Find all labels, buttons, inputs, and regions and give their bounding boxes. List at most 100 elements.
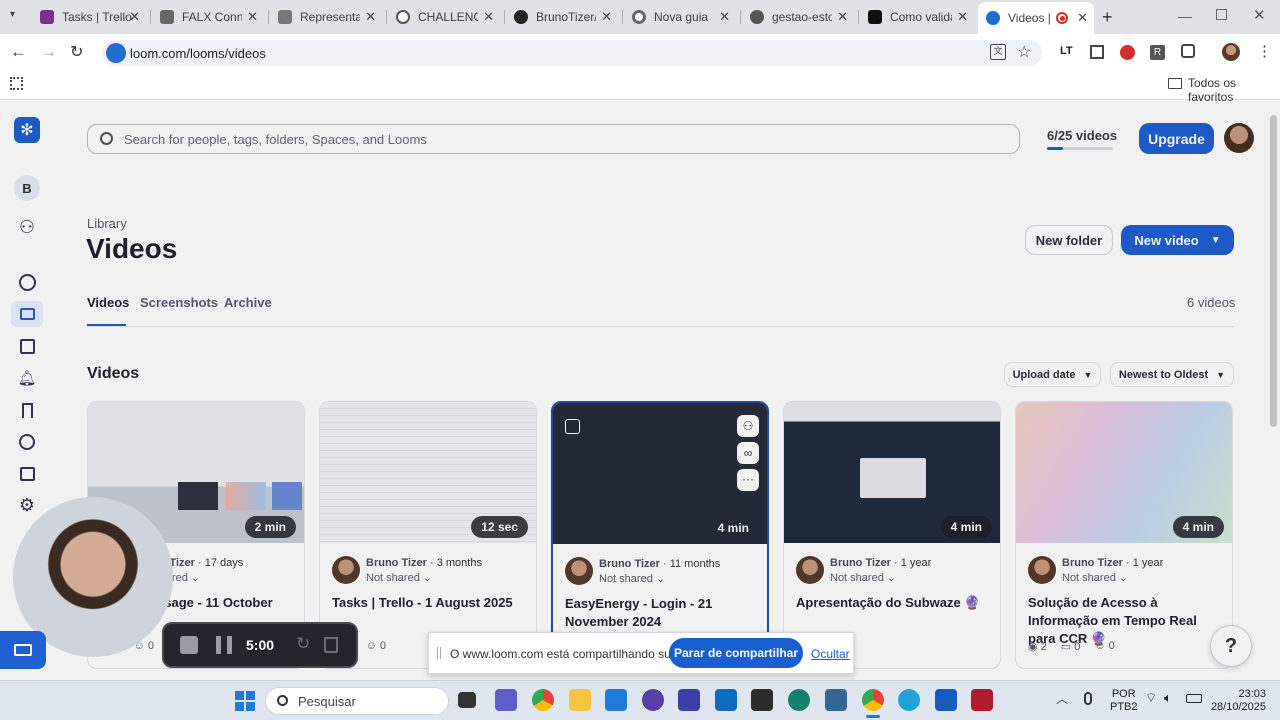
terminal-icon[interactable]: [751, 689, 773, 711]
new-tab-button[interactable]: +: [1102, 7, 1113, 28]
more-options-icon[interactable]: ···: [737, 469, 759, 491]
library-icon[interactable]: [11, 301, 43, 327]
history-clock-icon[interactable]: [14, 429, 40, 455]
app-x-icon[interactable]: [678, 689, 700, 711]
edge-icon[interactable]: [898, 689, 920, 711]
page-scrollbar[interactable]: [1268, 101, 1280, 680]
browser-menu-icon[interactable]: ⋮: [1257, 42, 1272, 60]
window-minimize-button[interactable]: —: [1178, 8, 1192, 24]
loom-logo-icon[interactable]: ✻: [14, 117, 40, 143]
notifications-bell-icon[interactable]: 🔔︎: [14, 365, 40, 391]
extension-lt-icon[interactable]: LT: [1060, 45, 1073, 57]
profile-icon[interactable]: [14, 269, 40, 295]
browser-tab-gestao[interactable]: gestao-estoq ✕: [742, 4, 854, 30]
chrome-active-taskbar-icon[interactable]: [862, 689, 884, 711]
share-status[interactable]: Not shared ⌄: [1062, 571, 1128, 584]
gift-icon[interactable]: [14, 461, 40, 487]
drag-handle-icon[interactable]: [437, 647, 441, 659]
extension-red-icon[interactable]: [1120, 45, 1135, 60]
all-bookmarks-link[interactable]: Todos os favoritos: [1188, 76, 1280, 104]
app-c-icon[interactable]: [788, 689, 810, 711]
bookmark-icon[interactable]: [14, 397, 40, 423]
video-title[interactable]: EasyEnergy - Login - 21 November 2024: [565, 595, 761, 631]
address-bar[interactable]: loom.com/looms/videos: [102, 40, 1042, 66]
video-quota-link[interactable]: 6/25 videos: [1047, 128, 1117, 150]
stop-sharing-button[interactable]: Parar de compartilhar: [669, 638, 803, 668]
windows-start-icon[interactable]: [235, 691, 255, 711]
browser-tab-challenge[interactable]: CHALLENGE ✕: [388, 4, 500, 30]
teams-icon[interactable]: [495, 689, 517, 711]
share-status[interactable]: Not shared ⌄: [366, 571, 432, 584]
tab-search-icon[interactable]: ▾: [10, 9, 15, 20]
vscode-icon[interactable]: [605, 689, 627, 711]
translate-icon[interactable]: 文: [990, 44, 1006, 60]
settings-gear-icon[interactable]: ⚙: [14, 492, 40, 518]
outlook-icon[interactable]: [715, 689, 737, 711]
video-card-hovered[interactable]: ⚇ ∞ ··· 4 min Bruno Tizer · 11 months No…: [551, 401, 769, 669]
pause-button[interactable]: [216, 636, 232, 654]
task-view-icon[interactable]: [458, 692, 476, 708]
copy-link-icon[interactable]: ∞: [737, 442, 759, 464]
bookmark-star-icon[interactable]: ☆: [1017, 42, 1031, 62]
microphone-icon[interactable]: [1084, 692, 1092, 705]
reload-icon[interactable]: ↻: [70, 42, 83, 62]
window-close-button[interactable]: ✕: [1253, 6, 1266, 24]
share-status[interactable]: Not shared ⌄: [599, 572, 665, 585]
browser-tab-videos-loom[interactable]: Videos | L ✕: [978, 2, 1094, 34]
close-icon[interactable]: ✕: [719, 9, 730, 25]
new-video-button[interactable]: New video ▼: [1121, 225, 1234, 255]
volume-icon[interactable]: 🔈︎: [1164, 690, 1172, 706]
close-icon[interactable]: ✕: [483, 9, 494, 25]
tab-screenshots[interactable]: Screenshots: [140, 295, 218, 310]
sort-by-dropdown[interactable]: Upload date ▼: [1004, 362, 1101, 387]
add-user-icon[interactable]: ⚇: [737, 415, 759, 437]
close-icon[interactable]: ✕: [601, 9, 612, 25]
system-clock[interactable]: 23:03 28/10/2025: [1210, 688, 1266, 714]
battery-icon[interactable]: [1186, 694, 1202, 703]
close-icon[interactable]: ✕: [129, 9, 140, 25]
tab-archive[interactable]: Archive: [224, 295, 272, 310]
sort-order-dropdown[interactable]: Newest to Oldest ▼: [1110, 362, 1234, 387]
extensions-puzzle-icon[interactable]: [1181, 44, 1195, 58]
close-icon[interactable]: ✕: [957, 9, 968, 25]
share-status[interactable]: Not shared ⌄: [830, 571, 896, 584]
video-title[interactable]: Apresentação do Subwaze 🔮: [796, 594, 992, 612]
breadcrumb[interactable]: Library: [87, 216, 127, 231]
video-card[interactable]: 4 min Bruno Tizer · 1 year Not shared ⌄ …: [783, 401, 1001, 669]
word-icon[interactable]: [935, 689, 957, 711]
window-maximize-button[interactable]: [1216, 9, 1227, 20]
profile-avatar[interactable]: [1222, 43, 1240, 61]
restart-icon[interactable]: ↻: [296, 634, 310, 654]
keyboard-language[interactable]: POR PTB2: [1110, 688, 1138, 714]
browser-tab-nova-guia[interactable]: Nova guia ✕: [624, 4, 736, 30]
file-explorer-icon[interactable]: [569, 689, 591, 711]
invite-user-icon[interactable]: ⚇: [14, 214, 40, 240]
stop-recording-button[interactable]: [180, 636, 198, 654]
app-purple-icon[interactable]: [642, 689, 664, 711]
upgrade-button[interactable]: Upgrade: [1139, 123, 1214, 154]
browser-tab-representant[interactable]: Representant ✕: [270, 4, 382, 30]
close-icon[interactable]: ✕: [837, 9, 848, 25]
tray-chevron-up-icon[interactable]: ︿: [1056, 690, 1068, 707]
browser-tab-trello[interactable]: Tasks | Trello ✕: [32, 4, 146, 30]
postgres-icon[interactable]: [825, 689, 847, 711]
browser-tab-como-validar[interactable]: Como validar ✕: [860, 4, 974, 30]
help-button[interactable]: ?: [1210, 625, 1252, 667]
forward-arrow-icon[interactable]: →: [40, 42, 57, 62]
hide-banner-link[interactable]: Ocultar: [811, 647, 850, 661]
user-avatar[interactable]: [1224, 123, 1254, 153]
app-red-icon[interactable]: [971, 689, 993, 711]
apps-grid-icon[interactable]: [10, 77, 23, 90]
tab-videos[interactable]: Videos: [87, 295, 129, 310]
chrome-taskbar-icon[interactable]: [532, 689, 554, 711]
extension-r-icon[interactable]: R: [1150, 45, 1165, 60]
close-icon[interactable]: ✕: [1077, 10, 1088, 26]
new-folder-button[interactable]: New folder: [1025, 225, 1113, 255]
extension-qr-icon[interactable]: [1090, 45, 1104, 59]
browser-tab-github[interactable]: BrunoTizer/g ✕: [506, 4, 618, 30]
calendar-icon[interactable]: [14, 333, 40, 359]
workspace-avatar[interactable]: B: [14, 175, 40, 201]
close-icon[interactable]: ✕: [247, 9, 258, 25]
wifi-icon[interactable]: ⌔: [1145, 690, 1157, 706]
delete-trash-icon[interactable]: [324, 637, 338, 653]
